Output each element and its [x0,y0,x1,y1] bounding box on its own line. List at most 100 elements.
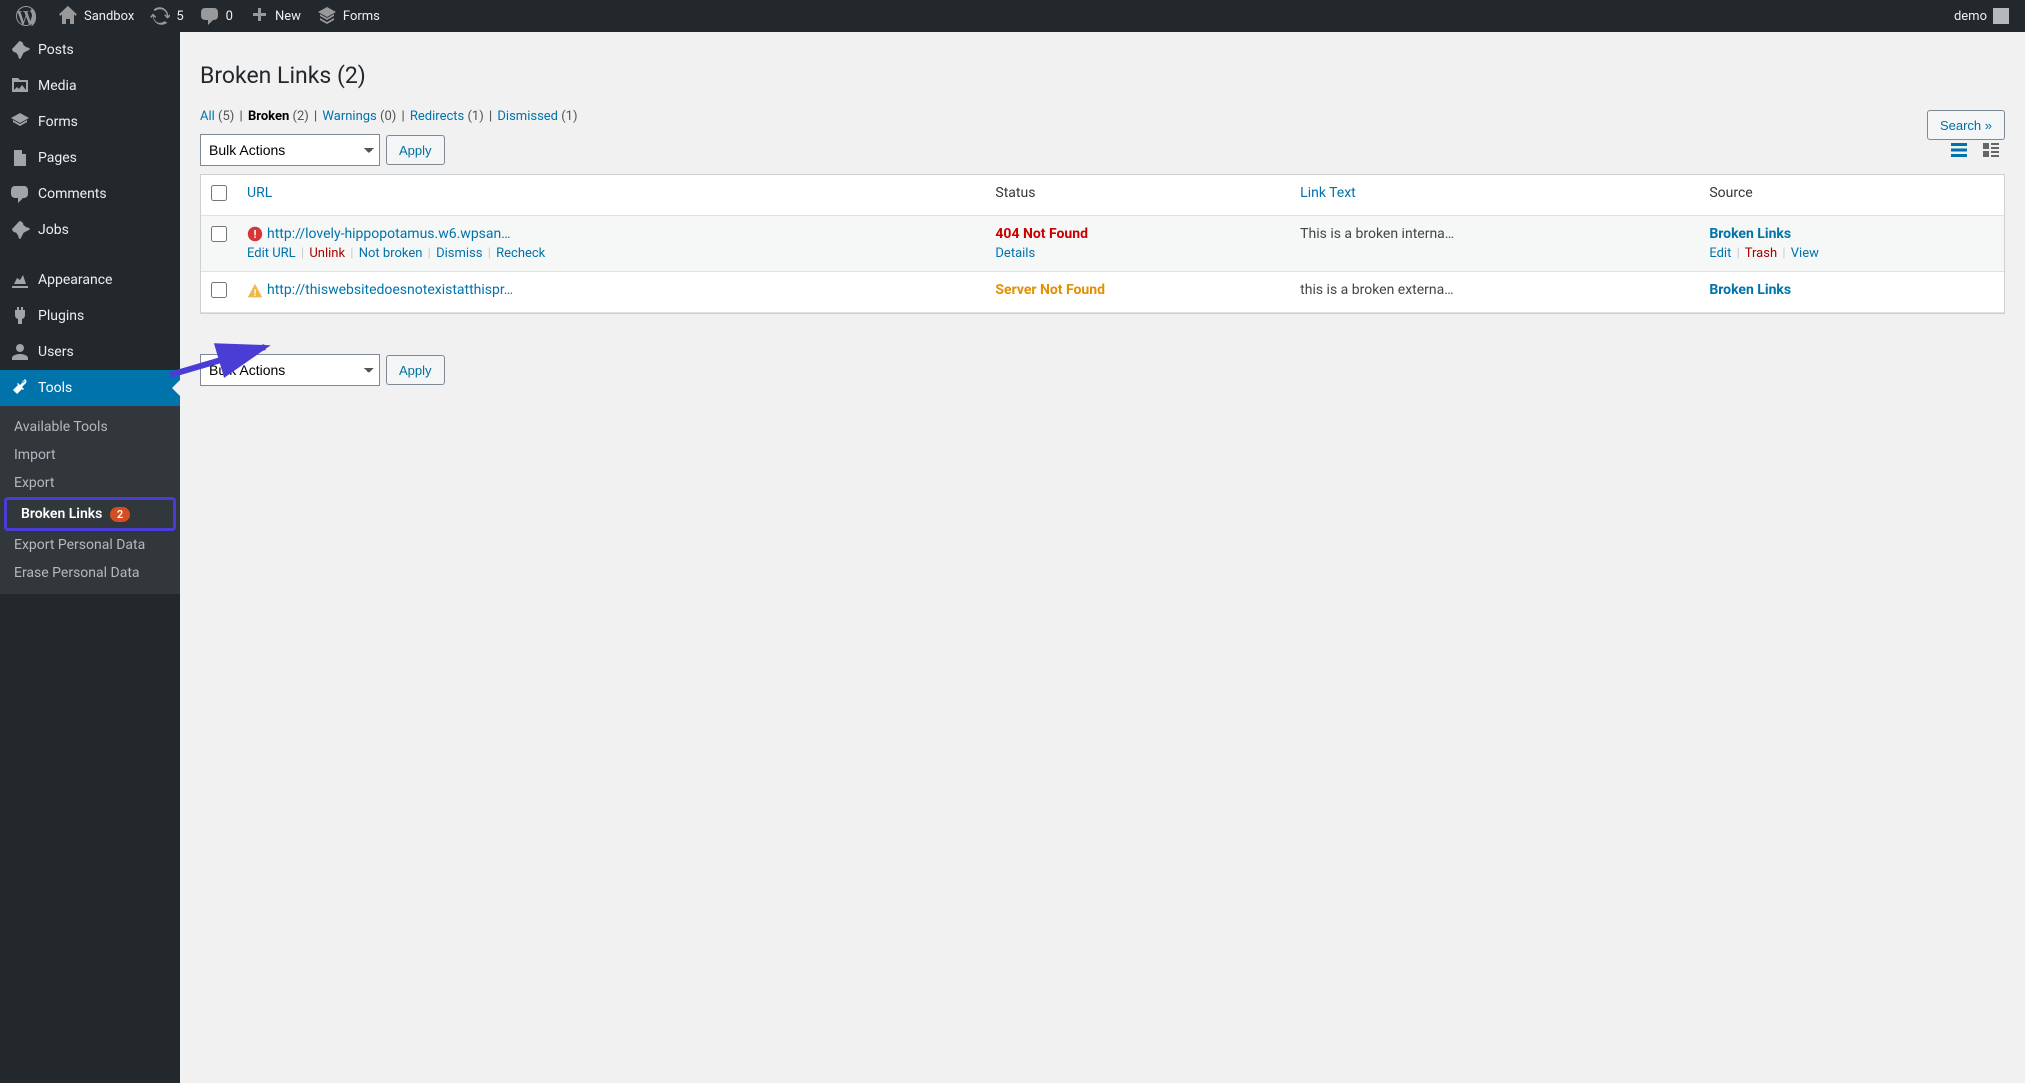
comments[interactable]: 0 [192,0,241,32]
new-content[interactable]: New [241,0,309,32]
sidebar-item-label: Media [38,78,77,94]
submenu-item-import[interactable]: Import [0,441,180,469]
sidebar-submenu: Available ToolsImportExport Broken Links … [0,406,180,594]
sidebar-item-label: Tools [38,380,72,396]
status-text: 404 Not Found [995,226,1088,242]
sidebar-item-media[interactable]: Media [0,68,180,104]
recheck-action[interactable]: Recheck [496,246,545,261]
pin-icon [10,40,30,60]
filter-dismissed[interactable]: Dismissed [497,109,558,124]
sidebar-item-jobs[interactable]: Jobs [0,212,180,248]
unlink-action[interactable]: Unlink [309,246,345,261]
search-button[interactable]: Search » [1927,110,2005,140]
filter-links: All (5) | Broken (2) | Warnings (0) | Re… [200,109,2005,124]
svg-text:!: ! [253,228,256,241]
filter-all[interactable]: All [200,109,215,124]
updates-count: 5 [176,9,183,24]
filter-count: (5) [215,109,235,124]
error-icon: ! [247,226,263,242]
submenu-item-export[interactable]: Export [0,469,180,497]
warning-icon: ! [247,283,263,299]
sidebar-item-label: Jobs [38,222,69,238]
view-excerpt-button[interactable] [1977,136,2005,164]
comment-icon [200,6,220,26]
sidebar-item-label: Appearance [38,272,112,288]
link-text: This is a broken interna… [1300,226,1454,242]
badge: 2 [110,507,130,522]
plus-icon [249,6,269,26]
details-action[interactable]: Details [995,246,1035,261]
bulk-actions-select[interactable]: Bulk Actions [200,134,380,166]
trash-action[interactable]: Trash [1745,246,1777,261]
filter-count: (1) [464,109,484,124]
submenu-item-export-personal-data[interactable]: Export Personal Data [0,531,180,559]
site-name[interactable]: Sandbox [50,0,142,32]
filter-broken[interactable]: Broken [248,109,289,124]
row-checkbox[interactable] [211,282,227,298]
content-area: Broken Links (2) Search » All (5) | Brok… [180,32,2025,1083]
tablenav-bottom: Bulk Actions Apply [200,354,2005,386]
wordpress-icon [16,6,36,26]
admin-sidebar: Posts Media Forms Pages Comments Jobs Appearan… [0,32,180,1083]
tools-icon [10,378,30,398]
filter-warnings[interactable]: Warnings [322,109,376,124]
edit-url-action[interactable]: Edit URL [247,246,296,261]
tablenav-top: Bulk Actions Apply [200,134,2005,166]
url-link[interactable]: http://thiswebsitedoesnotexistatthispr… [267,282,513,298]
sidebar-item-tools[interactable]: Tools [0,370,180,406]
page-title: Broken Links (2) [200,42,2005,101]
list-icon [1949,140,1969,160]
submenu-item-available-tools[interactable]: Available Tools [0,413,180,441]
sidebar-item-label: Forms [38,114,78,130]
sidebar-item-comments[interactable]: Comments [0,176,180,212]
site-name-label: Sandbox [84,9,134,24]
filter-count: (1) [558,109,578,124]
dismiss-action[interactable]: Dismiss [436,246,482,261]
row-actions: Edit URL | Unlink | Not broken | Dismiss… [247,246,975,261]
apply-button-bottom[interactable]: Apply [386,355,445,385]
plugins-icon [10,306,30,326]
edit-action[interactable]: Edit [1709,246,1731,261]
sidebar-item-forms[interactable]: Forms [0,104,180,140]
sidebar-item-appearance[interactable]: Appearance [0,262,180,298]
row-checkbox[interactable] [211,226,227,242]
col-status: Status [985,175,1290,216]
link-text: this is a broken externa… [1300,282,1453,298]
my-account[interactable]: demo [1946,0,2017,32]
sidebar-item-label: Comments [38,186,107,202]
new-label: New [275,9,301,24]
col-url[interactable]: URL [237,175,985,216]
sidebar-item-users[interactable]: Users [0,334,180,370]
view-list-button[interactable] [1945,136,1973,164]
excerpt-icon [1981,140,2001,160]
submenu-item-broken-links[interactable]: Broken Links 2 [7,500,173,528]
updates[interactable]: 5 [142,0,191,32]
svg-text:!: ! [254,287,257,298]
submenu-item-erase-personal-data[interactable]: Erase Personal Data [0,559,180,587]
sidebar-item-plugins[interactable]: Plugins [0,298,180,334]
url-link[interactable]: http://lovely-hippopotamus.w6.wpsan… [267,226,511,242]
source-link[interactable]: Broken Links [1709,226,1791,242]
forms-icon [317,6,337,26]
user-label: demo [1954,9,1987,24]
select-all-checkbox[interactable] [211,185,227,201]
links-table: URL Status Link Text Source !http://love… [200,174,2005,314]
bulk-actions-select-bottom[interactable]: Bulk Actions [200,354,380,386]
wp-logo[interactable] [8,0,50,32]
sidebar-item-posts[interactable]: Posts [0,32,180,68]
table-row: ! http://thiswebsitedoesnotexistatthispr…… [201,272,2004,313]
pin-icon [10,220,30,240]
not-broken-action[interactable]: Not broken [359,246,423,261]
filter-redirects[interactable]: Redirects [410,109,464,124]
view-action[interactable]: View [1791,246,1819,261]
sidebar-item-label: Users [38,344,74,360]
users-icon [10,342,30,362]
forms-menu[interactable]: Forms [309,0,388,32]
apply-button[interactable]: Apply [386,135,445,165]
update-icon [150,6,170,26]
sidebar-item-pages[interactable]: Pages [0,140,180,176]
col-link-text[interactable]: Link Text [1290,175,1699,216]
appearance-icon [10,270,30,290]
sidebar-item-label: Posts [38,42,74,58]
source-link[interactable]: Broken Links [1709,282,1791,298]
